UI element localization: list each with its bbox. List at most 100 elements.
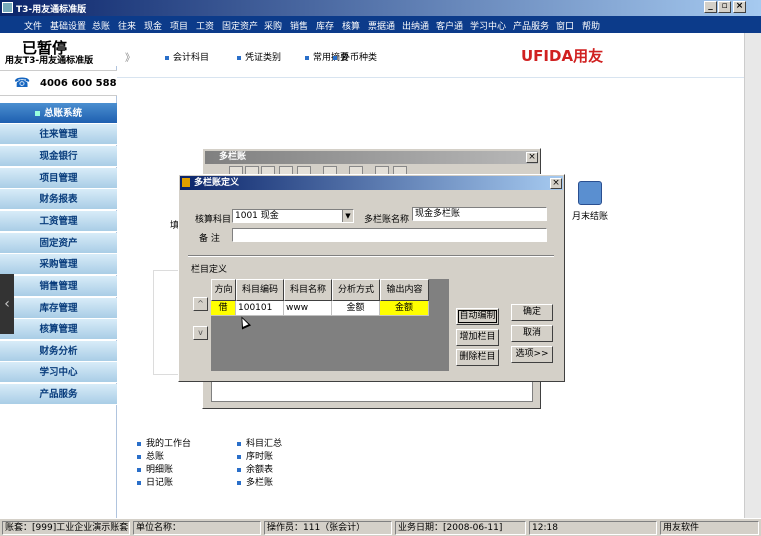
nav-cash-bank[interactable]: 现金银行	[0, 146, 117, 167]
menu-cash[interactable]: 现金	[144, 19, 162, 32]
bullet-icon	[165, 55, 169, 60]
menu-inventory[interactable]: 库存	[316, 19, 334, 32]
window-title: T3-用友通标准版	[16, 5, 87, 15]
delete-column-button[interactable]: 删除栏目	[456, 349, 499, 366]
col-analysis-header[interactable]: 分析方式	[332, 279, 380, 301]
cell-name[interactable]: www	[284, 301, 332, 316]
dialog-close-button[interactable]: ×	[550, 178, 562, 189]
auto-generate-button[interactable]: 自动编制	[456, 308, 499, 325]
ledger-name-input[interactable]: 现金多栏账	[412, 207, 547, 221]
close-button[interactable]: ×	[526, 152, 538, 163]
link-label: 序时账	[246, 452, 274, 462]
menu-cashier[interactable]: 出纳通	[402, 19, 429, 32]
close-button[interactable]: ×	[733, 1, 746, 13]
link-chronological[interactable]: 序时账	[237, 449, 273, 462]
app-icon	[2, 2, 13, 13]
nav-reports[interactable]: 财务报表	[0, 189, 117, 210]
hotline-number: 4006 600 588	[40, 78, 117, 89]
vertical-scrollbar[interactable]	[744, 33, 761, 518]
col-output-header[interactable]: 输出内容	[380, 279, 429, 301]
nav-general-ledger-system[interactable]: 总账系统	[0, 103, 117, 124]
nav-receivables[interactable]: 往来管理	[0, 124, 117, 145]
nav-learning[interactable]: 学习中心	[0, 362, 117, 383]
link-account-summary[interactable]: 科目汇总	[237, 436, 282, 449]
nav-purchase[interactable]: 采购管理	[0, 254, 117, 275]
menu-receivables[interactable]: 往来	[118, 19, 136, 32]
link-ledger[interactable]: 总账	[137, 449, 164, 462]
nav-costing[interactable]: 核算管理	[0, 319, 117, 340]
add-column-button[interactable]: 增加栏目	[456, 329, 499, 346]
chevron-down-icon[interactable]: ▼	[342, 210, 353, 222]
ledger-name-label: 多栏账名称	[364, 215, 410, 225]
month-end-close[interactable]: 月末结账	[570, 181, 610, 222]
cell-direction[interactable]: 借	[211, 301, 236, 316]
options-button[interactable]: 选项>>	[511, 346, 553, 363]
restore-button[interactable]: ▫	[718, 1, 731, 13]
link-balance-sheet[interactable]: 余额表	[237, 462, 273, 475]
quick-link-voucher-types[interactable]: 凭证类别	[237, 50, 281, 63]
brand-logo: 已暂停 用友T3-用友通标准版	[0, 33, 117, 66]
account-select[interactable]: 1001 现金 ▼	[232, 209, 354, 223]
menu-fixed-assets[interactable]: 固定资产	[222, 19, 258, 32]
multi-column-definition-dialog: 多栏账定义 × 核算科目 1001 现金 ▼ 多栏账名称 现金多栏账 备 注 栏…	[178, 174, 565, 382]
remark-input[interactable]	[232, 228, 547, 242]
account-value: 1001 现金	[235, 211, 279, 221]
link-journal[interactable]: 日记账	[137, 475, 173, 488]
col-code-header[interactable]: 科目编码	[236, 279, 284, 301]
menu-payroll[interactable]: 工资	[196, 19, 214, 32]
dialog-icon	[182, 178, 190, 187]
minimize-button[interactable]: _	[704, 1, 717, 13]
nav-project[interactable]: 项目管理	[0, 168, 117, 189]
menu-file[interactable]: 文件	[24, 19, 42, 32]
left-panel: 已暂停 用友T3-用友通标准版 ☎ 4006 600 588 总账系统 往来管理…	[0, 33, 117, 518]
nav-fixed-assets[interactable]: 固定资产	[0, 233, 117, 254]
cancel-button[interactable]: 取消	[511, 325, 553, 342]
link-label: 明细账	[146, 465, 174, 475]
menu-help[interactable]: 帮助	[582, 19, 600, 32]
cell-code[interactable]: 100101	[236, 301, 284, 316]
quick-link-currencies[interactable]: 外币种类	[333, 50, 377, 63]
bullet-icon	[237, 454, 241, 459]
link-my-desk[interactable]: 我的工作台	[137, 436, 191, 449]
move-down-button[interactable]: v	[193, 326, 208, 340]
menu-bills[interactable]: 票据通	[368, 19, 395, 32]
nav-payroll[interactable]: 工资管理	[0, 211, 117, 232]
nav-product-service[interactable]: 产品服务	[0, 384, 117, 405]
window-title: 多栏账	[205, 151, 538, 164]
status-account: 账套：[999]工业企业演示账套	[2, 521, 130, 535]
nav-sales[interactable]: 销售管理	[0, 276, 117, 297]
link-detail-ledger[interactable]: 明细账	[137, 462, 173, 475]
nav-finance-analysis[interactable]: 财务分析	[0, 341, 117, 362]
menu-general-ledger[interactable]: 总账	[92, 19, 110, 32]
link-label: 总账	[146, 452, 165, 462]
menu-learning[interactable]: 学习中心	[470, 19, 506, 32]
move-up-button[interactable]: ^	[193, 297, 208, 311]
menu-sales[interactable]: 销售	[290, 19, 308, 32]
status-business-date: 业务日期：[2008-06-11]	[395, 521, 526, 535]
nav-inventory[interactable]: 库存管理	[0, 298, 117, 319]
cell-output[interactable]: 金额	[380, 301, 429, 316]
menu-product-service[interactable]: 产品服务	[513, 19, 549, 32]
menu-window[interactable]: 窗口	[556, 19, 574, 32]
bullet-icon	[34, 111, 40, 116]
link-label: 余额表	[246, 465, 274, 475]
menu-basic-settings[interactable]: 基础设置	[50, 19, 86, 32]
status-operator: 操作员：111（张会计）	[264, 521, 392, 535]
link-multi-column[interactable]: 多栏账	[237, 475, 273, 488]
bullet-icon	[305, 55, 309, 60]
menu-project[interactable]: 项目	[170, 19, 188, 32]
ok-button[interactable]: 确定	[511, 304, 553, 321]
bullet-icon	[137, 480, 141, 485]
dialog-title: 多栏账定义	[180, 176, 563, 190]
brand-text: 用友T3-用友通标准版	[5, 56, 94, 66]
quick-bar-arrows[interactable]: 》	[125, 49, 135, 64]
menu-customer[interactable]: 客户通	[436, 19, 463, 32]
col-direction-header[interactable]: 方向	[211, 279, 236, 301]
status-bar: 账套：[999]工业企业演示账套 单位名称： 操作员：111（张会计） 业务日期…	[0, 518, 761, 536]
menu-purchase[interactable]: 采购	[264, 19, 282, 32]
cell-analysis[interactable]: 金额	[332, 301, 380, 316]
col-name-header[interactable]: 科目名称	[284, 279, 332, 301]
collapse-handle[interactable]: ‹	[0, 274, 14, 334]
quick-link-accounts[interactable]: 会计科目	[165, 50, 209, 63]
menu-costing[interactable]: 核算	[342, 19, 360, 32]
